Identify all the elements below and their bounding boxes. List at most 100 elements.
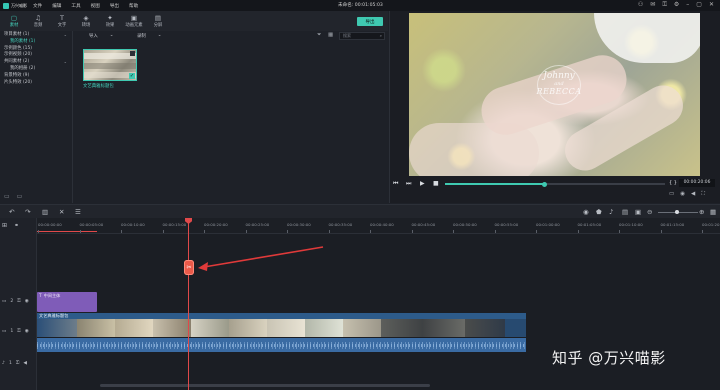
- close-icon[interactable]: ✕: [709, 1, 714, 9]
- minimize-icon[interactable]: –: [686, 1, 689, 9]
- volume-icon[interactable]: ◀: [691, 191, 695, 198]
- media-folder-tree: 项目素材 (1) ⌄ 我的素材 (1) 示例颜色 (15) 示例视频 (20) …: [0, 31, 73, 203]
- export-button[interactable]: 导出: [357, 17, 383, 26]
- cut-icon[interactable]: ✕: [59, 208, 64, 216]
- mail-icon[interactable]: ✉: [650, 1, 655, 9]
- ruler-tick-label: 00:01:10:00: [619, 222, 643, 227]
- record-dropdown[interactable]: 录制 ⌄: [137, 33, 161, 39]
- tab-transitions[interactable]: ◈ 转场: [74, 11, 98, 31]
- folder-label: 我的相册 (2): [10, 65, 36, 71]
- chevron-down-icon: ⌄: [109, 33, 114, 38]
- ruler-tick-label: 00:00:10:00: [121, 222, 145, 227]
- fullscreen-icon[interactable]: ⛶: [701, 191, 705, 198]
- timeline-scrollbar[interactable]: [100, 384, 430, 387]
- ruler-tick: [287, 230, 288, 233]
- lock-icon[interactable]: ⚿: [662, 1, 667, 9]
- folder-shared-media[interactable]: 共同素材 (2) ⌄: [0, 59, 72, 66]
- audio-waveform: [37, 344, 526, 347]
- scrubber-handle[interactable]: [541, 181, 547, 187]
- menu-help[interactable]: 帮助: [124, 3, 143, 9]
- folder-project-media[interactable]: 项目素材 (1) ⌄: [0, 32, 72, 39]
- filter-icon[interactable]: ⏷: [317, 32, 321, 39]
- audio-clip[interactable]: [37, 338, 526, 352]
- folder-my-albums[interactable]: 我的相册 (2): [0, 66, 72, 73]
- grid-view-icon[interactable]: ▦: [328, 32, 333, 38]
- media-toolbar: 导入 ⌄ 录制 ⌄ ⏷ ▦ 搜索 ⌕: [75, 31, 388, 41]
- zoom-in-icon[interactable]: ⊕: [699, 208, 704, 216]
- folder-background-effects[interactable]: 背景特效 (9): [0, 73, 72, 80]
- display-icon[interactable]: ▭: [669, 191, 674, 198]
- bracket-icon[interactable]: { }: [669, 180, 677, 186]
- maximize-icon[interactable]: ▢: [696, 1, 702, 9]
- eye-icon[interactable]: ◉: [25, 299, 29, 304]
- stop-icon[interactable]: ■: [433, 180, 439, 187]
- preview-frame: Johnny and REBECCA: [409, 13, 700, 176]
- menu-file[interactable]: 文件: [28, 3, 47, 9]
- render-icon[interactable]: ◉: [583, 208, 589, 216]
- menu-tools[interactable]: 工具: [66, 3, 85, 9]
- import-label: 导入: [89, 34, 98, 39]
- user-icon[interactable]: ⚇: [638, 1, 643, 9]
- lock-icon[interactable]: ⚿: [17, 298, 21, 304]
- settings-icon[interactable]: ⚙: [674, 1, 679, 9]
- lock-icon[interactable]: ⚿: [17, 328, 21, 334]
- undo-icon[interactable]: ↶: [9, 208, 14, 216]
- menu-view[interactable]: 视图: [86, 3, 105, 9]
- eye-icon[interactable]: ◉: [25, 329, 29, 334]
- chevron-down-icon[interactable]: ⌄: [64, 32, 67, 39]
- tab-audio[interactable]: ♫ 音频: [26, 11, 50, 31]
- preview-scrubber[interactable]: [445, 181, 665, 187]
- zoom-out-icon[interactable]: ⊖: [647, 208, 652, 216]
- title-clip[interactable]: T 中间主体: [37, 292, 97, 312]
- play-icon[interactable]: ▶: [420, 180, 425, 187]
- timeline-ruler[interactable]: 00:00:00:00 00:00:05:00 00:00:10:00 00:00:1…: [37, 218, 720, 234]
- media-clip-thumbnail[interactable]: ✓: [83, 49, 137, 81]
- window-controls: ⚇ ✉ ⚿ ⚙ – ▢ ✕: [638, 1, 714, 9]
- timeline-toolbar: ↶ ↷ ▥ ✕ ☰ ◉ ⬟ ♪ ▤ ▣ ⊖ ⊕ ▦: [0, 204, 720, 218]
- fit-icon[interactable]: ▦: [710, 208, 716, 216]
- search-input[interactable]: 搜索 ⌕: [339, 32, 385, 40]
- app-logo: 万兴喵影: [0, 2, 28, 9]
- delete-icon[interactable]: ▥: [42, 208, 48, 216]
- project-title: 未命名: 00:01:05:03: [338, 3, 383, 8]
- adjust-icon[interactable]: ☰: [75, 208, 81, 216]
- tab-media[interactable]: ▢ 素材: [2, 11, 26, 31]
- menu-export[interactable]: 导出: [105, 3, 124, 9]
- link-icon[interactable]: ⚭: [14, 222, 19, 229]
- folder-my-media[interactable]: 我的素材 (1): [0, 39, 72, 46]
- folder-intro-effects[interactable]: 片头特效 (20): [0, 80, 72, 87]
- snapshot-icon[interactable]: ▣: [635, 208, 641, 216]
- tab-text[interactable]: T 文字: [50, 11, 74, 31]
- ruler-tick: [79, 230, 81, 233]
- video-clip[interactable]: 文艺典雅标题包: [37, 313, 526, 337]
- marker-icon[interactable]: ⬟: [596, 208, 602, 216]
- speaker-icon[interactable]: ◀: [23, 361, 27, 366]
- zoom-handle[interactable]: [675, 210, 679, 214]
- redo-icon[interactable]: ↷: [25, 208, 30, 216]
- step-forward-icon[interactable]: ⏭: [406, 180, 411, 188]
- ruler-tick-label: 00:00:15:00: [162, 222, 187, 227]
- mixer-icon[interactable]: ▤: [622, 208, 628, 216]
- tab-elements[interactable]: ▣ 动画元素: [122, 11, 146, 31]
- folder-label: 我的素材 (1): [10, 38, 36, 44]
- tab-effects[interactable]: ✦ 效果: [98, 11, 122, 31]
- ruler-tick: [204, 230, 205, 233]
- lock-icon[interactable]: ⚿: [16, 360, 20, 366]
- preview-tools: ▭ ◉ ◀ ⛶: [669, 191, 705, 198]
- folder-label: 片头特效 (20): [4, 79, 32, 85]
- new-folder-icon[interactable]: ▭: [4, 193, 10, 200]
- ruler-tick: [494, 230, 496, 233]
- mic-icon[interactable]: ♪: [609, 208, 613, 216]
- ruler-tick-label: 00:01:00:00: [536, 222, 560, 227]
- tab-splitscreen[interactable]: ▤ 分屏: [146, 11, 170, 31]
- playhead-line[interactable]: [188, 219, 189, 390]
- import-dropdown[interactable]: 导入 ⌄: [89, 33, 113, 39]
- tab-label: 效果: [105, 22, 115, 28]
- menu-edit[interactable]: 编辑: [47, 3, 66, 9]
- folder-icon[interactable]: ▭: [17, 193, 23, 200]
- skip-back-icon[interactable]: ⏮: [393, 180, 398, 188]
- effects-icon: ✦: [107, 13, 113, 22]
- snapshot-icon[interactable]: ◉: [680, 191, 685, 198]
- chevron-down-icon[interactable]: ⌄: [64, 59, 67, 66]
- add-track-icon[interactable]: ⊞: [2, 222, 7, 229]
